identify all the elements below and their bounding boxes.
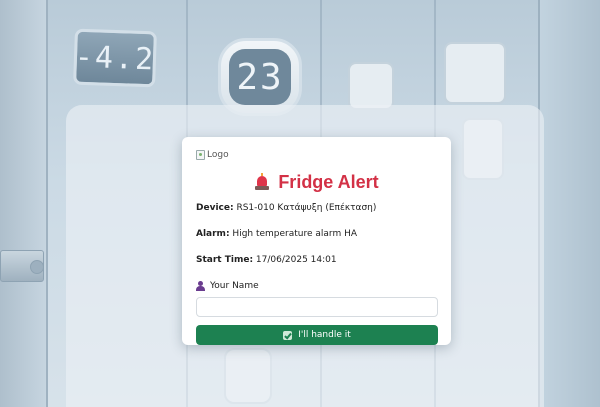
temperature-display-center-screen: 23 <box>229 49 291 105</box>
start-time-row: Start Time: 17/06/2025 14:01 <box>196 254 437 267</box>
alarm-value: High temperature alarm HA <box>232 229 358 239</box>
device-value: RS1-010 Κατάψυξη (Επέκταση) <box>236 203 377 213</box>
wall-meter <box>348 62 394 110</box>
alert-heading: Fridge Alert <box>196 171 437 193</box>
wall-meter <box>444 42 506 104</box>
start-time-value: 17/06/2025 14:01 <box>255 255 337 265</box>
name-label-text: Your Name <box>210 281 259 291</box>
logo: Logo <box>196 149 437 161</box>
alarm-row: Alarm: High temperature alarm HA <box>196 228 437 241</box>
hinge-bolt <box>30 260 44 274</box>
broken-image-icon <box>196 150 205 160</box>
handle-it-button[interactable]: I'll handle it <box>196 325 438 345</box>
fridge-door-left <box>0 0 48 407</box>
temperature-display-left: -4.2 <box>73 28 157 88</box>
alarm-label: Alarm: <box>196 229 230 239</box>
device-row: Device: RS1-010 Κατάψυξη (Επέκταση) <box>196 202 437 215</box>
siren-icon <box>254 173 270 191</box>
handle-it-label: I'll handle it <box>298 330 351 340</box>
name-field-label: Your Name <box>196 280 437 292</box>
name-input[interactable] <box>196 297 438 317</box>
fridge-door-right <box>538 0 600 407</box>
alert-card: Logo Fridge Alert Device: RS1-010 Κατάψυ… <box>182 137 451 345</box>
check-icon <box>283 330 293 340</box>
device-label: Device: <box>196 203 234 213</box>
start-time-label: Start Time: <box>196 255 254 265</box>
user-icon <box>196 281 205 291</box>
page-title: Fridge Alert <box>278 171 379 192</box>
logo-alt-text: Logo <box>207 150 229 160</box>
